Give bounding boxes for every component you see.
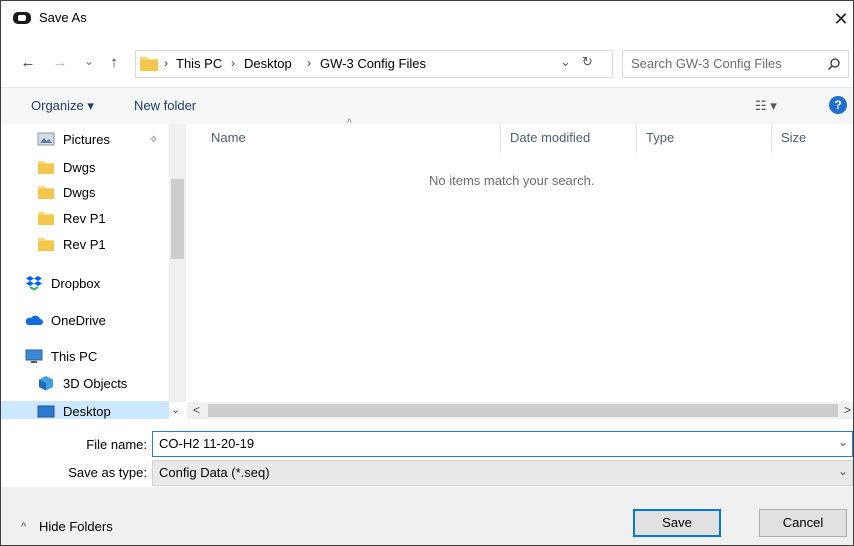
save-as-type-dropdown-icon[interactable]: ⌄ <box>838 464 848 478</box>
search-box[interactable]: Search GW-3 Config Files <box>622 50 849 78</box>
column-header-date-modified[interactable]: Date modified <box>510 130 590 145</box>
window-title: Save As <box>39 10 87 25</box>
folder-icon <box>37 236 55 252</box>
sort-indicator-icon: ^ <box>347 118 352 129</box>
view-options-icon[interactable]: ☷ ▾ <box>755 98 777 114</box>
sidebar-item-label: Desktop <box>63 404 111 419</box>
sidebar-scrollbar[interactable] <box>169 124 186 402</box>
column-header-name[interactable]: Name <box>211 130 246 145</box>
pin-icon[interactable]: ✧ <box>149 133 158 146</box>
breadcrumb-this-pc[interactable]: This PC <box>176 56 222 71</box>
hide-folders-button[interactable]: Hide Folders <box>39 519 113 534</box>
navigation-pane: Pictures ✧ ^ Dwgs Dwgs Rev P1 Rev P <box>1 124 186 419</box>
up-button[interactable]: ↑ <box>103 51 125 75</box>
breadcrumb-separator: › <box>307 56 311 70</box>
sidebar-item-label: Rev P1 <box>63 237 106 252</box>
file-name-dropdown-icon[interactable]: ⌄ <box>838 435 848 449</box>
refresh-icon[interactable]: ↻ <box>582 54 593 70</box>
column-divider[interactable] <box>636 125 637 153</box>
column-divider[interactable] <box>771 125 772 153</box>
search-input[interactable]: Search GW-3 Config Files <box>631 56 782 71</box>
sidebar-item-label: Dwgs <box>63 160 96 175</box>
cancel-button[interactable]: Cancel <box>759 509 847 537</box>
horizontal-scrollbar-thumb[interactable] <box>208 404 838 417</box>
back-button[interactable]: ← <box>17 51 39 75</box>
scroll-right-arrow[interactable]: > <box>844 403 851 417</box>
search-icon[interactable] <box>827 57 841 71</box>
recent-locations-button[interactable]: ⌄ <box>81 49 97 73</box>
column-header-size[interactable]: Size <box>781 130 806 145</box>
scroll-down-arrow[interactable]: ⌄ <box>171 403 180 416</box>
title-bar: Save As ✕ <box>1 1 853 35</box>
this-pc-icon <box>25 348 43 364</box>
sidebar-item-label: Dwgs <box>63 185 96 200</box>
sidebar-item-label: Pictures <box>63 132 110 147</box>
file-name-input[interactable]: CO-H2 11-20-19 <box>159 436 254 451</box>
sidebar-item-label: Rev P1 <box>63 211 106 226</box>
help-icon[interactable]: ? <box>829 96 847 114</box>
dialog-footer: ^ Hide Folders Save Cancel <box>1 487 853 545</box>
file-name-field[interactable]: CO-H2 11-20-19 ⌄ <box>152 431 853 457</box>
file-name-label: File name: <box>86 437 147 452</box>
column-divider[interactable] <box>500 125 501 153</box>
forward-button[interactable]: → <box>49 51 71 75</box>
folder-icon <box>37 210 55 226</box>
file-list <box>187 124 853 402</box>
command-bar: Organize ▾ New folder ☷ ▾ ? <box>1 87 853 125</box>
close-button[interactable]: ✕ <box>829 7 853 31</box>
3d-objects-icon <box>37 375 55 391</box>
organize-menu[interactable]: Organize ▾ <box>31 98 94 114</box>
breadcrumb-desktop[interactable]: Desktop <box>244 56 292 71</box>
desktop-icon <box>37 403 55 419</box>
new-folder-button[interactable]: New folder <box>134 98 196 113</box>
save-as-type-select[interactable]: Config Data (*.seq) ⌄ <box>152 460 853 486</box>
empty-folder-message: No items match your search. <box>429 173 595 188</box>
hide-folders-chevron-icon[interactable]: ^ <box>21 521 26 533</box>
folder-icon <box>37 184 55 200</box>
column-header-type[interactable]: Type <box>646 130 674 145</box>
save-button[interactable]: Save <box>633 509 721 537</box>
sidebar-scrollbar-thumb[interactable] <box>171 179 184 259</box>
save-as-type-value: Config Data (*.seq) <box>159 465 270 480</box>
sidebar-item-label: This PC <box>51 349 98 364</box>
address-dropdown-icon[interactable]: ⌄ <box>560 54 571 70</box>
breadcrumb-gw3-config-files[interactable]: GW-3 Config Files <box>320 56 426 71</box>
folder-icon <box>37 159 55 175</box>
breadcrumb-separator: › <box>231 56 235 70</box>
save-as-type-label: Save as type: <box>68 465 147 480</box>
app-icon <box>13 12 31 24</box>
sidebar-item-label: OneDrive <box>51 313 106 328</box>
scroll-left-arrow[interactable]: < <box>193 403 200 417</box>
pictures-folder-icon <box>37 131 55 147</box>
save-as-dialog: Save As ✕ ← → ⌄ ↑ › This PC › Desktop › … <box>0 0 854 546</box>
sidebar-item-label: 3D Objects <box>63 376 128 391</box>
onedrive-icon <box>25 312 43 328</box>
folder-icon <box>140 55 158 71</box>
sidebar-item-label: Dropbox <box>51 276 101 291</box>
dropbox-icon <box>25 275 43 291</box>
address-bar[interactable]: › This PC › Desktop › GW-3 Config Files … <box>135 50 613 78</box>
breadcrumb-separator: › <box>164 56 168 70</box>
